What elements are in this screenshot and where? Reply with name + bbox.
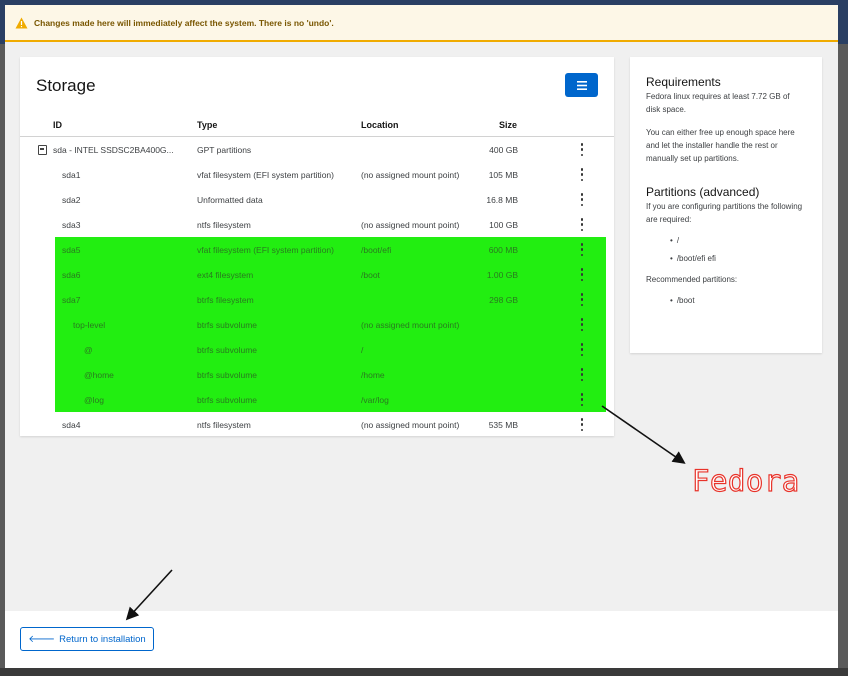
fedora-annotation-text: Fedora [691,463,800,498]
annotation-arrow-footer [125,569,173,621]
annotation-arrow-right [601,405,686,464]
annotation-arrows [125,405,686,621]
